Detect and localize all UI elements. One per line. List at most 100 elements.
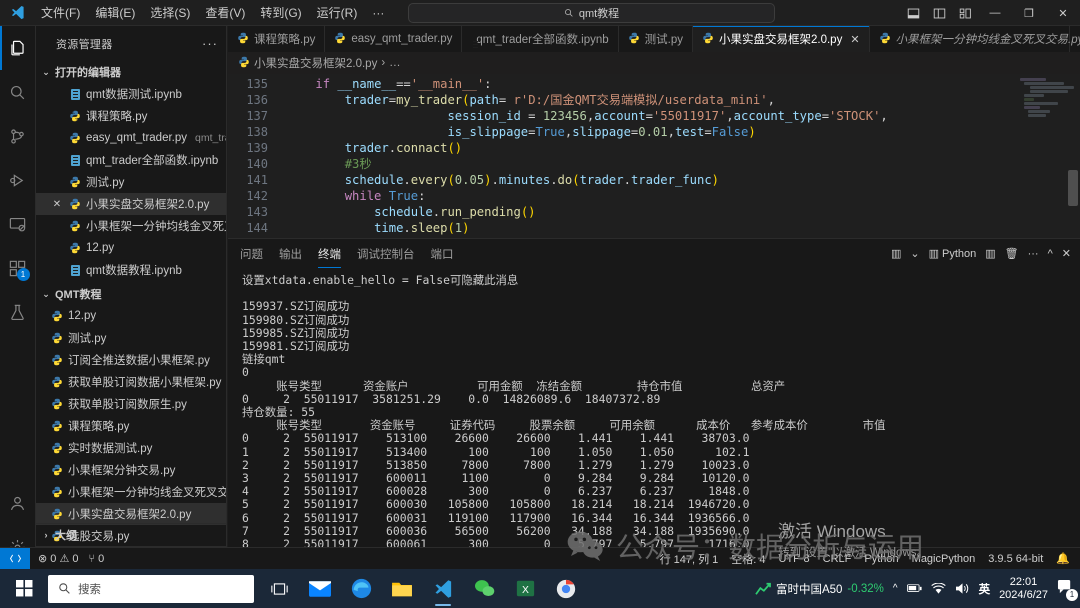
section-folder[interactable]: ⌄ QMT教程 [36,283,226,305]
start-button[interactable] [0,569,48,608]
status-ports[interactable]: ⑂ 0 [89,553,105,565]
activity-source-control-icon[interactable] [0,114,36,158]
editor-tab[interactable]: qmt_trader全部函数.ipynb [462,26,619,52]
folder-file[interactable]: 订阅全推送数据小果框架.py [36,349,226,371]
folder-file[interactable]: 小果框架一分钟均线金叉死叉交易.py [36,481,226,503]
taskbar-search-box[interactable]: 搜索 [48,574,254,603]
panel-tab-ports[interactable]: 端口 [431,239,454,268]
section-open-editors[interactable]: ⌄ 打开的编辑器 [36,61,226,83]
notification-center-button[interactable]: 1 [1057,579,1078,601]
status-grammar[interactable]: MagicPython [912,553,976,565]
wifi-icon[interactable] [930,582,946,595]
minimize-button[interactable]: — [978,0,1012,26]
bell-icon[interactable]: 🔔 [1056,552,1070,565]
panel-tab-debug-console[interactable]: 调试控制台 [357,239,415,268]
close-button[interactable]: ✕ [1046,0,1080,26]
activity-remote-explorer-icon[interactable] [0,202,36,246]
menu-select[interactable]: 选择(S) [143,1,197,24]
folder-file[interactable]: 12.py [36,305,226,327]
activity-accounts-icon[interactable] [0,481,36,525]
vscode-icon[interactable] [424,569,462,608]
status-language[interactable]: Python [864,553,898,565]
menu-view[interactable]: 查看(V) [198,1,252,24]
status-cursor-position[interactable]: 行 147, 列 1 [660,551,719,567]
status-eol[interactable]: CRLF [823,553,852,565]
menu-edit[interactable]: 编辑(E) [88,1,142,24]
scrollbar-thumb[interactable] [1068,170,1078,206]
editor-tab[interactable]: easy_qmt_trader.py [325,26,463,52]
chrome-icon[interactable] [547,569,585,608]
open-editor-item[interactable]: 小果框架一分钟均线金叉死叉交... [36,215,226,237]
menu-goto[interactable]: 转到(G) [253,1,308,24]
code-editor[interactable]: 135 if __name__=='__main__': 136 trader=m… [228,74,1080,264]
panel-maximize-icon[interactable]: ^ [1048,248,1053,260]
editor-tab-preview[interactable]: 小果框架一分钟均线金叉死叉交易.py [869,26,1080,52]
minimap[interactable] [1014,74,1074,264]
status-indentation[interactable]: 空格: 4 [731,551,765,567]
terminal-output[interactable]: 设置xtdata.enable_hello = False可隐藏此消息 1599… [228,268,1080,568]
panel-close-icon[interactable]: ✕ [1062,247,1071,260]
chevron-up-icon[interactable]: ^ [893,583,898,594]
panel-tab-problems[interactable]: 问题 [240,239,263,268]
editor-scrollbar[interactable] [1066,74,1080,264]
taskbar-clock[interactable]: 22:01 2024/6/27 [999,576,1048,602]
split-terminal-icon[interactable]: ▥ [985,247,995,260]
activity-explorer-icon[interactable] [0,26,36,70]
task-view-icon[interactable] [260,569,298,608]
panel-layout-icon[interactable] [900,0,926,26]
activity-search-icon[interactable] [0,70,36,114]
folder-file[interactable]: 获取单股订阅数据小果框架.py [36,371,226,393]
breadcrumb-file[interactable]: 小果实盘交易框架2.0.py [254,55,377,71]
explorer-more-icon[interactable]: ··· [202,36,218,51]
open-editor-item[interactable]: qmt数据教程.ipynb [36,259,226,281]
folder-file[interactable]: 实时数据测试.py [36,437,226,459]
editor-tab-active[interactable]: 小果实盘交易框架2.0.py ✕ [693,26,870,52]
menu-more[interactable]: ··· [365,3,391,23]
excel-icon[interactable]: X [506,569,544,608]
edge-icon[interactable] [342,569,380,608]
wechat-icon[interactable] [465,569,503,608]
breadcrumb-rest[interactable]: … [389,57,401,69]
close-icon[interactable]: ✕ [50,199,64,210]
battery-icon[interactable] [906,583,922,594]
folder-file[interactable]: 测试.py [36,327,226,349]
ime-indicator[interactable]: 英 [979,581,991,597]
folder-file[interactable]: 课程策略.py [36,415,226,437]
command-center[interactable]: qmt教程 [408,3,775,23]
menu-run[interactable]: 运行(R) [310,1,365,24]
status-encoding[interactable]: UTF-8 [779,553,810,565]
folder-file[interactable]: 获取单股订阅数原生.py [36,393,226,415]
status-python-version[interactable]: 3.9.5 64-bit [988,553,1043,565]
sidebar-layout-icon[interactable] [926,0,952,26]
open-editor-item[interactable]: 12.py [36,237,226,259]
open-editor-item[interactable]: 课程策略.py [36,105,226,127]
editor-tab[interactable]: 课程策略.py [228,26,326,52]
folder-file-selected[interactable]: 小果实盘交易框架2.0.py [36,503,226,525]
folder-file[interactable]: 小果框架分钟交易.py [36,459,226,481]
activity-extensions-icon[interactable]: 1 [0,246,36,290]
open-editor-item[interactable]: qmt数据测试.ipynb [36,83,226,105]
open-editor-item[interactable]: 测试.py [36,171,226,193]
open-editor-item-selected[interactable]: ✕ 小果实盘交易框架2.0.py [36,193,226,215]
maximize-button[interactable]: ❐ [1012,0,1046,26]
volume-icon[interactable] [955,582,970,595]
status-problems[interactable]: ⊗ 0 ⚠ 0 [38,552,79,565]
new-terminal-icon[interactable]: ▥ [891,247,901,260]
customize-layout-icon[interactable] [952,0,978,26]
activity-run-debug-icon[interactable] [0,158,36,202]
open-editor-item[interactable]: easy_qmt_trader.py qmt_trader [36,127,226,149]
mail-icon[interactable] [301,569,339,608]
kill-terminal-icon[interactable]: 🗑 [1005,247,1019,260]
terminal-profile[interactable]: ▥ Python [929,247,977,261]
menu-file[interactable]: 文件(F) [34,1,87,24]
section-outline[interactable]: › 大纲 [36,523,226,546]
editor-tab[interactable]: 测试.py [618,26,693,52]
panel-more-icon[interactable]: ··· [1028,248,1039,260]
panel-tab-output[interactable]: 输出 [279,239,302,268]
panel-tab-terminal[interactable]: 终端 [318,239,341,268]
open-editor-item[interactable]: qmt_trader全部函数.ipynb [36,149,226,171]
tab-close-icon[interactable]: ✕ [850,33,859,46]
activity-testing-icon[interactable] [0,290,36,334]
remote-indicator-icon[interactable] [0,547,30,570]
new-terminal-dropdown-icon[interactable]: ⌄ [910,247,919,260]
